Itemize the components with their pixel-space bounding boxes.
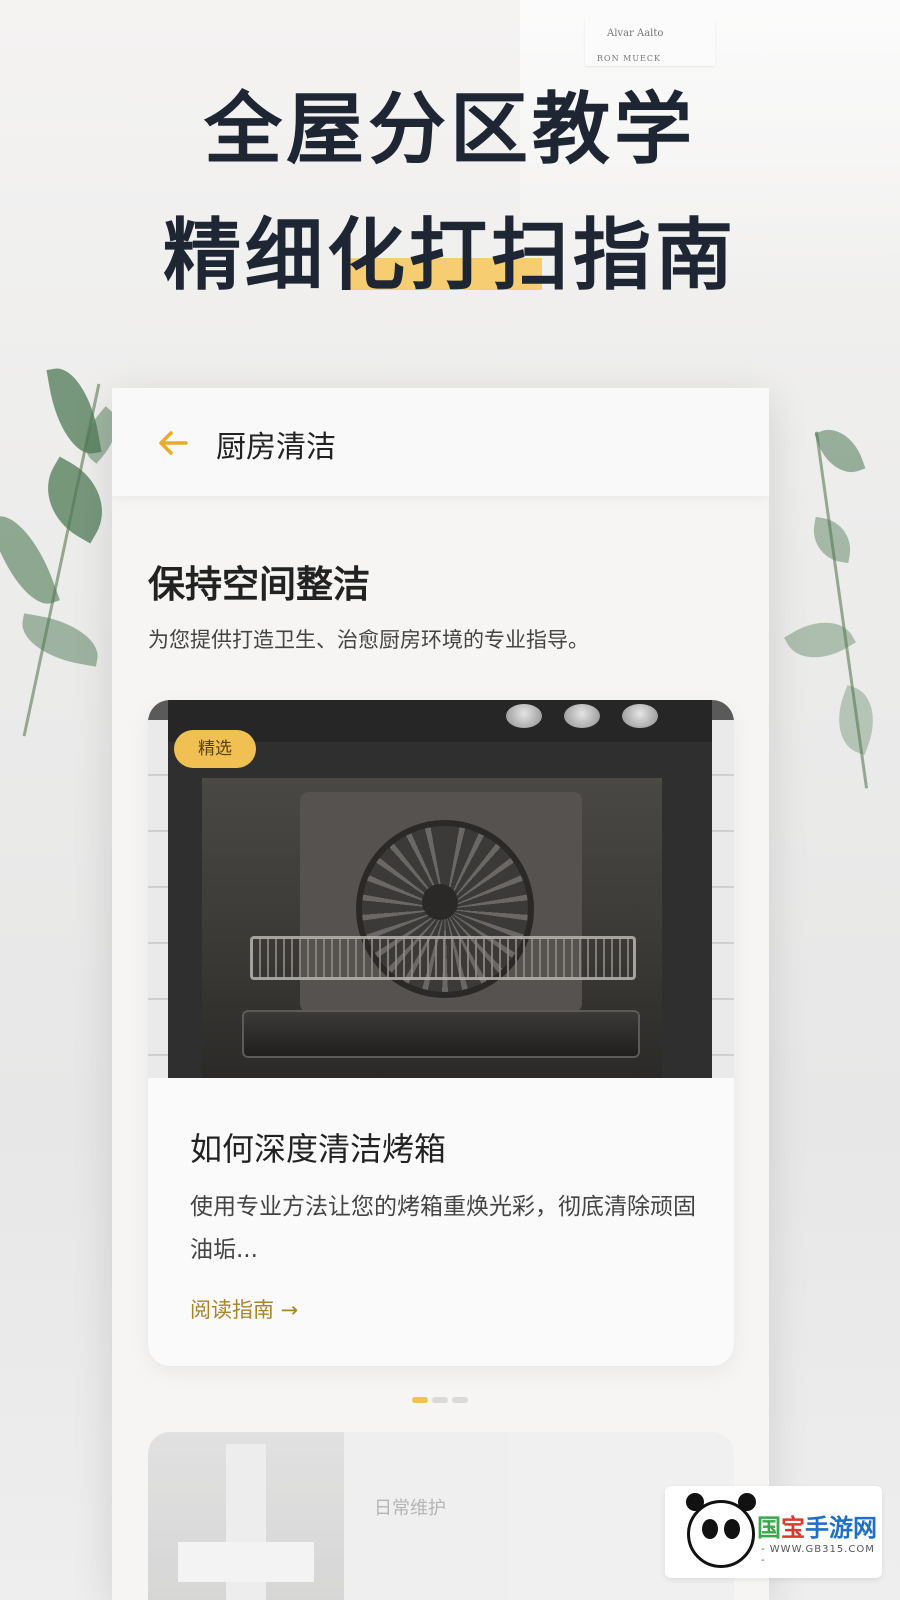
card-title: 如何深度清洁烤箱: [190, 1130, 447, 1168]
hero-heading: 全屋分区教学 精细化打扫指南: [0, 80, 900, 306]
book-text-2: RON MUECK: [597, 54, 661, 63]
featured-guide-card[interactable]: 精选 如何深度清洁烤箱 使用专业方法让您的烤箱重焕光彩，彻底清除顽固油垢... …: [148, 700, 734, 1366]
watermark-url: - WWW.GB315.COM -: [761, 1544, 875, 1566]
read-guide-link[interactable]: 阅读指南 →: [190, 1294, 298, 1324]
arrow-left-icon[interactable]: [156, 426, 190, 460]
hero-line-2: 精细化打扫指南: [0, 206, 900, 306]
featured-badge: 精选: [174, 730, 256, 768]
carousel-pagination: [412, 1397, 472, 1403]
hero-line-1: 全屋分区教学: [203, 85, 696, 175]
background-book: Alvar Aalto RON MUECK: [585, 18, 715, 66]
pagination-dot[interactable]: [432, 1397, 448, 1403]
app-bar: 厨房清洁: [112, 388, 769, 496]
site-watermark: 国宝手游网 - WWW.GB315.COM -: [665, 1486, 882, 1578]
page-title: 厨房清洁: [216, 430, 336, 465]
guide-card-2[interactable]: 日常维护: [148, 1432, 734, 1600]
section-title: 保持空间整洁: [148, 563, 370, 606]
range-hood-image: [148, 1432, 344, 1600]
panda-logo-icon: [686, 1493, 756, 1568]
card2-tag: 日常维护: [374, 1498, 446, 1519]
oven-rack: [250, 936, 636, 980]
hero-line-2-text: 精细化打扫指南: [162, 211, 737, 301]
oven-tray: [242, 1010, 640, 1058]
pagination-dot[interactable]: [452, 1397, 468, 1403]
oven-image: 精选: [148, 700, 734, 1078]
pagination-dot-active[interactable]: [412, 1397, 428, 1403]
phone-screen: 厨房清洁 保持空间整洁 为您提供打造卫生、治愈厨房环境的专业指导。 精选 如何深…: [112, 388, 769, 1600]
book-text-1: Alvar Aalto: [607, 28, 664, 39]
watermark-brand: 国宝手游网: [757, 1514, 877, 1542]
section-subtitle: 为您提供打造卫生、治愈厨房环境的专业指导。: [148, 628, 589, 652]
card-description: 使用专业方法让您的烤箱重焕光彩，彻底清除顽固油垢...: [190, 1194, 696, 1263]
